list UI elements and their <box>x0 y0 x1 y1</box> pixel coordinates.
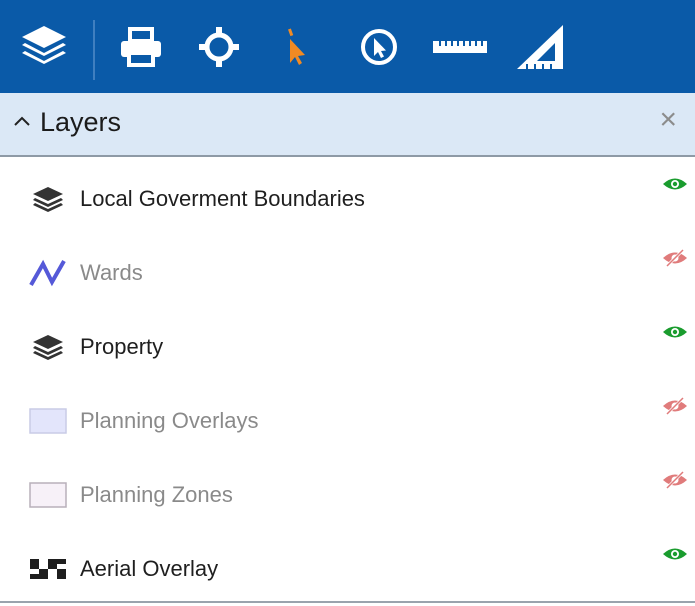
eye-icon[interactable] <box>662 174 688 194</box>
eye-icon[interactable] <box>662 322 688 342</box>
eye-slash-icon[interactable] <box>662 396 688 416</box>
panel-title: Layers <box>40 107 122 137</box>
swatch-icon <box>29 482 67 508</box>
layer-row-planning-overlays[interactable]: Planning Overlays <box>0 384 695 458</box>
layer-row-planning-zones[interactable]: Planning Zones <box>0 458 695 532</box>
layer-row-aerial-overlay[interactable]: Aerial Overlay <box>0 532 695 606</box>
stacked-layers-icon <box>33 335 63 360</box>
pointer-icon <box>288 27 305 65</box>
identify-button[interactable] <box>356 0 402 93</box>
panel-bottom-divider <box>0 601 695 603</box>
layers-panel-header[interactable]: Layers × <box>0 93 695 157</box>
measure-area-button[interactable] <box>512 0 568 93</box>
stacked-layers-icon <box>33 187 63 212</box>
layer-row-property[interactable]: Property <box>0 310 695 384</box>
cursor-circle-icon <box>361 28 397 65</box>
set-square-icon <box>517 24 563 69</box>
select-tool-button[interactable] <box>276 0 312 93</box>
layer-label: Wards <box>80 260 143 285</box>
layer-label: Planning Zones <box>80 482 233 507</box>
eye-slash-icon[interactable] <box>662 470 688 490</box>
checker-icon <box>30 559 66 579</box>
layer-row-wards[interactable]: Wards <box>0 236 695 310</box>
layer-label: Aerial Overlay <box>80 556 219 581</box>
polyline-icon <box>29 259 66 287</box>
print-icon <box>121 26 161 67</box>
layers-button[interactable] <box>12 0 76 93</box>
eye-icon[interactable] <box>662 544 688 564</box>
layer-label: Property <box>80 334 164 359</box>
swatch-icon <box>29 408 67 434</box>
layers-icon <box>22 25 66 64</box>
eye-slash-icon[interactable] <box>662 248 688 268</box>
layer-label: Local Goverment Boundaries <box>80 186 365 211</box>
locate-button[interactable] <box>193 0 245 93</box>
measure-distance-button[interactable] <box>430 0 490 93</box>
chevron-up-icon[interactable] <box>12 111 32 131</box>
ruler-icon <box>433 40 487 53</box>
layer-row-local-government-boundaries[interactable]: Local Goverment Boundaries <box>0 162 695 236</box>
map-toolbar <box>0 0 695 93</box>
layer-label: Planning Overlays <box>80 408 259 433</box>
close-icon[interactable]: × <box>659 105 677 135</box>
print-button[interactable] <box>115 0 167 93</box>
crosshair-icon <box>199 26 239 67</box>
toolbar-separator <box>93 20 95 80</box>
